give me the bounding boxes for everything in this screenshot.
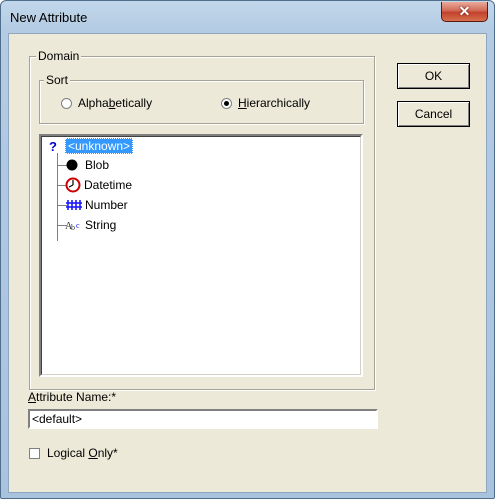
tree-item-root-label: <unknown> — [65, 138, 134, 154]
number-icon — [65, 198, 83, 212]
domain-group: Domain Sort Alphabetically Hierarchicall… — [29, 49, 375, 390]
tree-item-number[interactable]: Number — [65, 197, 128, 213]
tree-item-label: Datetime — [84, 178, 133, 192]
question-icon: ? — [49, 138, 57, 154]
tree-item-root[interactable]: ? <unknown> — [49, 138, 134, 154]
tree-connector — [57, 153, 58, 241]
logical-only-checkbox[interactable]: Logical Only* — [29, 446, 118, 460]
attribute-name-input[interactable]: <default> — [28, 409, 378, 429]
svg-text:b: b — [71, 223, 75, 232]
tree-item-string[interactable]: Abc String — [65, 217, 116, 233]
tree-item-label: Blob — [85, 158, 110, 172]
attribute-name-label: Attribute Name:* — [28, 390, 117, 404]
domain-tree[interactable]: ? <unknown> Blob Datetime Number A b c S… — [39, 134, 363, 377]
sort-group-label: Sort — [44, 73, 71, 87]
string-icon: Abc — [65, 218, 83, 232]
domain-group-label: Domain — [36, 49, 82, 63]
tree-item-blob[interactable]: Blob — [65, 157, 109, 173]
dialog-window: New Attribute ✕ Domain Sort Alphabetical… — [0, 0, 495, 499]
close-icon: ✕ — [458, 3, 471, 19]
cancel-button[interactable]: Cancel — [397, 101, 470, 127]
tree-item-label: String — [85, 218, 117, 232]
dialog-body: Domain Sort Alphabetically Hierarchicall… — [8, 33, 487, 493]
logical-only-label: Logical Only* — [47, 446, 118, 460]
radio-hierarchically-label: Hierarchically — [238, 96, 311, 110]
ok-button[interactable]: OK — [397, 63, 470, 89]
radio-alphabetically[interactable]: Alphabetically — [61, 96, 152, 110]
tree-item-datetime[interactable]: Datetime — [65, 177, 132, 193]
tree-item-label: Number — [85, 198, 128, 212]
svg-text:c: c — [76, 221, 80, 230]
blob-icon — [65, 158, 81, 172]
radio-alphabetically-label: Alphabetically — [78, 96, 153, 110]
sort-group: Sort Alphabetically Hierarchically — [39, 73, 364, 124]
close-button[interactable]: ✕ — [441, 2, 488, 22]
logical-only-checkbox-box[interactable] — [29, 447, 40, 459]
radio-alphabetically-circle[interactable] — [61, 97, 72, 109]
radio-hierarchically[interactable]: Hierarchically — [221, 96, 310, 110]
datetime-icon — [65, 177, 81, 193]
title-bar[interactable]: New Attribute ✕ — [1, 1, 494, 35]
radio-hierarchically-circle[interactable] — [221, 97, 232, 109]
window-title: New Attribute — [10, 10, 88, 25]
